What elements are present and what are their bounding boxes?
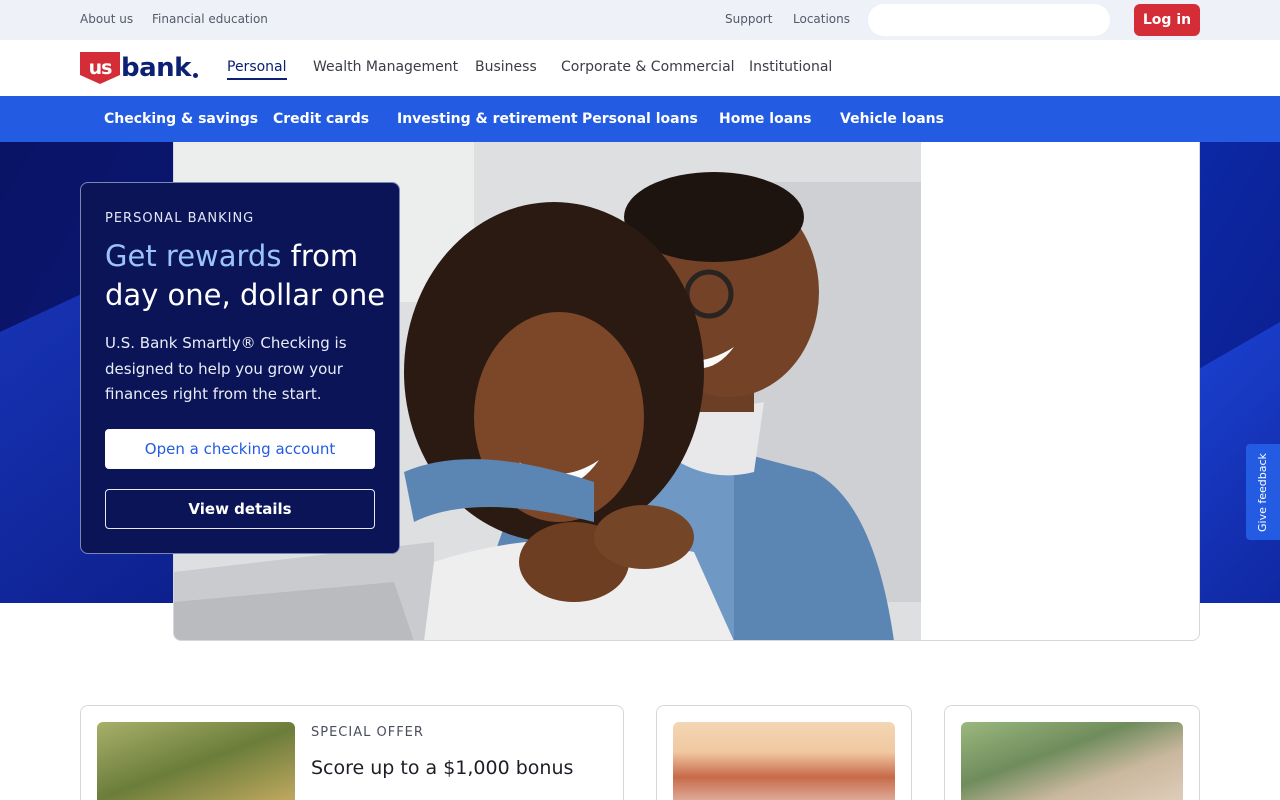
logo-shield: us [80,52,120,84]
support-link[interactable]: Support [725,12,772,26]
promo-card-3-image [961,722,1183,800]
search-input[interactable] [868,4,1110,36]
hero-headline: Get rewards from day one, dollar one [105,237,395,315]
cat-investing-retirement[interactable]: Investing & retirement [397,111,578,127]
offer-card[interactable]: SPECIAL OFFER Score up to a $1,000 bonus [80,705,624,800]
hero-promo-card: PERSONAL BANKING Get rewards from day on… [80,182,400,554]
utility-bar: About us Financial education Support Loc… [0,0,1280,40]
offer-card-image [97,722,295,800]
hero-eyebrow: PERSONAL BANKING [105,211,255,226]
nav-corporate-commercial[interactable]: Corporate & Commercial [561,59,735,75]
cat-vehicle-loans[interactable]: Vehicle loans [840,111,944,127]
cat-personal-loans[interactable]: Personal loans [582,111,698,127]
logo-dot [192,72,198,78]
offer-title: Score up to a $1,000 bonus [311,757,574,779]
promo-card-3[interactable] [944,705,1200,800]
promo-card-2-image [673,722,895,800]
us-bank-logo[interactable]: us bank [80,52,198,84]
view-details-button[interactable]: View details [105,489,375,529]
logo-wordmark: bank [121,53,191,83]
nav-business[interactable]: Business [475,59,537,75]
give-feedback-tab[interactable]: Give feedback [1246,444,1280,540]
offer-eyebrow: SPECIAL OFFER [311,725,424,740]
hero-description: U.S. Bank Smartly® Checking is designed … [105,334,347,403]
hero-headline-highlight: Get rewards [105,239,282,273]
nav-institutional[interactable]: Institutional [749,59,832,75]
locations-link[interactable]: Locations [793,12,850,26]
nav-personal[interactable]: Personal [227,59,287,80]
give-feedback-label: Give feedback [1256,453,1269,532]
cat-checking-savings[interactable]: Checking & savings [104,111,258,127]
nav-wealth-management[interactable]: Wealth Management [313,59,458,75]
login-button[interactable]: Log in [1134,4,1200,36]
cat-credit-cards[interactable]: Credit cards [273,111,369,127]
financial-education-link[interactable]: Financial education [152,12,268,26]
cat-home-loans[interactable]: Home loans [719,111,811,127]
promo-card-2[interactable] [656,705,912,800]
open-checking-account-button[interactable]: Open a checking account [105,429,375,469]
about-us-link[interactable]: About us [80,12,133,26]
category-bar: Checking & savings Credit cards Investin… [0,96,1280,142]
